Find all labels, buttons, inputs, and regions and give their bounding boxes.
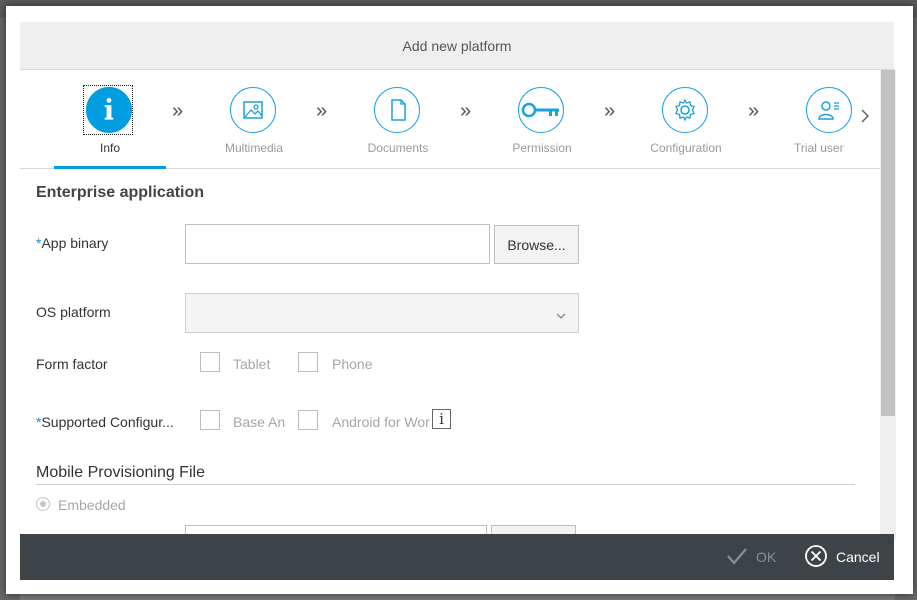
chevron-right-icon[interactable] bbox=[860, 108, 874, 128]
step-label: Multimedia bbox=[224, 141, 284, 155]
form-factor-label: Form factor bbox=[36, 356, 108, 372]
provisioning-title: Mobile Provisioning File bbox=[36, 464, 205, 481]
wizard-stepper: Info » Multimedia » Documents » Permissi… bbox=[20, 70, 880, 169]
base-android-checkbox[interactable] bbox=[200, 410, 220, 430]
supported-config-label: *Supported Configur... bbox=[36, 414, 174, 430]
phone-label: Phone bbox=[332, 356, 373, 372]
os-platform-select[interactable] bbox=[185, 293, 579, 333]
step-info[interactable]: Info bbox=[54, 70, 166, 169]
scrollbar-thumb[interactable] bbox=[881, 70, 895, 416]
cancel-circle-icon bbox=[804, 544, 828, 571]
step-permission[interactable]: Permission bbox=[486, 70, 598, 168]
step-trial-user[interactable]: Trial user bbox=[774, 70, 874, 168]
dialog-footer: OK Cancel bbox=[20, 534, 894, 580]
checkmark-icon bbox=[726, 546, 748, 569]
step-multimedia[interactable]: Multimedia bbox=[198, 70, 310, 168]
embedded-radio[interactable] bbox=[36, 497, 50, 511]
form-content: Enterprise application *App binary Brows… bbox=[20, 169, 880, 540]
chevron-double-icon: » bbox=[748, 100, 760, 122]
section-title: Enterprise application bbox=[36, 184, 205, 201]
focus-ring bbox=[83, 85, 133, 135]
cancel-button[interactable]: Cancel bbox=[804, 534, 880, 580]
gear-icon bbox=[662, 87, 708, 133]
app-binary-input[interactable] bbox=[185, 224, 490, 264]
step-label: Info bbox=[99, 141, 120, 155]
app-binary-label: *App binary bbox=[36, 235, 109, 251]
tablet-checkbox[interactable] bbox=[200, 352, 220, 372]
os-platform-label: OS platform bbox=[36, 304, 111, 320]
cancel-label: Cancel bbox=[836, 549, 880, 565]
ok-label: OK bbox=[756, 549, 777, 565]
browse-button[interactable]: Browse... bbox=[494, 225, 579, 264]
image-icon bbox=[230, 87, 276, 133]
user-list-icon bbox=[806, 87, 852, 133]
chevron-double-icon: » bbox=[604, 100, 616, 122]
base-android-label: Base An bbox=[233, 414, 286, 430]
chevron-double-icon: » bbox=[316, 100, 328, 122]
step-label: Permission bbox=[512, 141, 572, 155]
step-configuration[interactable]: Configuration bbox=[630, 70, 742, 168]
step-label: Documents bbox=[367, 141, 429, 155]
dialog-title: Add new platform bbox=[402, 37, 512, 54]
chevron-down-icon bbox=[556, 307, 566, 325]
step-label: Trial user bbox=[794, 141, 844, 155]
info-icon[interactable]: i bbox=[432, 409, 451, 429]
embedded-label: Embedded bbox=[58, 497, 126, 513]
section-divider bbox=[36, 484, 855, 485]
dialog-header: Add new platform bbox=[20, 22, 894, 70]
android-for-work-checkbox[interactable] bbox=[298, 410, 318, 430]
step-label: Configuration bbox=[650, 141, 722, 155]
add-platform-dialog: Add new platform Info » Multimedia » Doc… bbox=[6, 6, 913, 594]
ok-button[interactable]: OK bbox=[726, 534, 776, 580]
document-icon bbox=[374, 87, 420, 133]
phone-checkbox[interactable] bbox=[298, 352, 318, 372]
android-for-work-label: Android for Wor bbox=[332, 414, 430, 430]
tablet-label: Tablet bbox=[233, 356, 271, 372]
key-icon bbox=[518, 87, 564, 133]
step-documents[interactable]: Documents bbox=[342, 70, 454, 168]
chevron-double-icon: » bbox=[172, 100, 184, 122]
chevron-double-icon: » bbox=[460, 100, 472, 122]
